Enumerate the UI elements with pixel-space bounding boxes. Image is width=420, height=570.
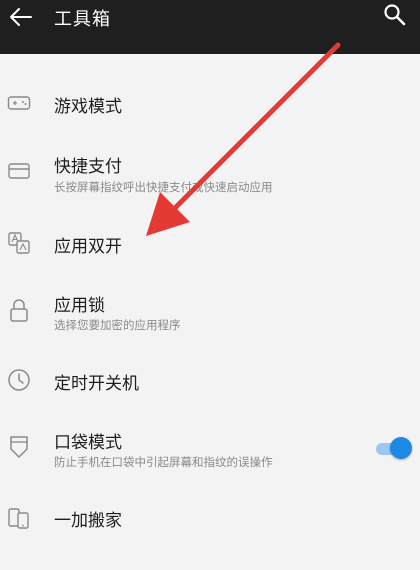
tool-item-label: 口袋模式 bbox=[54, 433, 122, 453]
tool-item-label: 定时开关机 bbox=[54, 374, 139, 394]
tool-item-description: 防止手机在口袋中引起屏幕和指纹的误操作 bbox=[54, 455, 273, 469]
search-icon bbox=[384, 4, 406, 26]
tool-item-label: 游戏模式 bbox=[54, 97, 122, 117]
lock-icon bbox=[6, 298, 32, 324]
back-button[interactable] bbox=[4, 2, 38, 32]
page-title: 工具箱 bbox=[54, 9, 111, 30]
app-clone-icon bbox=[6, 230, 32, 256]
tool-item-description: 选择您要加密的应用程序 bbox=[54, 318, 181, 332]
phone-transfer-icon bbox=[6, 505, 32, 531]
card-icon bbox=[6, 158, 32, 184]
tool-item-app-lock[interactable]: 应用锁 选择您要加密的应用程序 bbox=[0, 286, 420, 342]
top-app-bar: 工具箱 bbox=[0, 0, 420, 54]
pocket-icon bbox=[6, 434, 32, 460]
tool-item-oneplus-switch[interactable]: 一加搬家 bbox=[0, 498, 420, 542]
toggle-knob bbox=[390, 437, 412, 459]
back-arrow-icon bbox=[10, 8, 32, 26]
tool-item-label: 应用双开 bbox=[54, 237, 122, 257]
tool-item-label: 一加搬家 bbox=[54, 511, 122, 531]
tool-item-app-clone[interactable]: 应用双开 bbox=[0, 222, 420, 266]
tool-item-label: 快捷支付 bbox=[54, 157, 122, 177]
tool-item-quick-pay[interactable]: 快捷支付 长按屏幕指纹呼出快捷支付或快速启动应用 bbox=[0, 146, 420, 202]
tool-item-label: 应用锁 bbox=[54, 296, 105, 316]
clock-icon bbox=[6, 367, 32, 393]
gamepad-icon bbox=[6, 90, 32, 116]
tool-item-game-mode[interactable]: 游戏模式 bbox=[0, 82, 420, 126]
tool-item-pocket-mode[interactable]: 口袋模式 防止手机在口袋中引起屏幕和指纹的误操作 bbox=[0, 422, 420, 478]
tool-item-description: 长按屏幕指纹呼出快捷支付或快速启动应用 bbox=[54, 180, 273, 194]
pocket-mode-toggle[interactable] bbox=[374, 437, 412, 459]
search-button[interactable] bbox=[380, 0, 410, 30]
tool-item-scheduled-power[interactable]: 定时开关机 bbox=[0, 362, 420, 406]
